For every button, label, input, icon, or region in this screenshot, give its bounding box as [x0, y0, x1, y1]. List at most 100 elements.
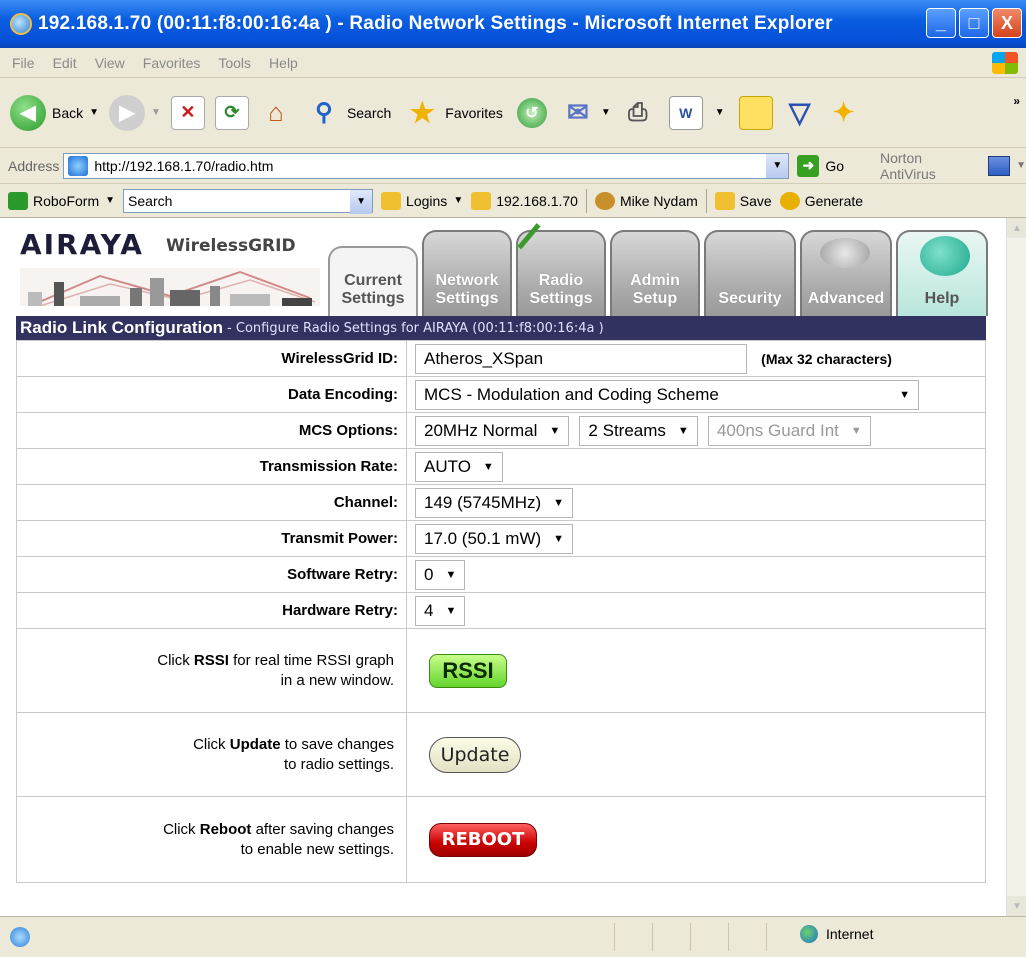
roboform-search-dropdown-icon[interactable]: ▼ [350, 189, 373, 214]
stop-button[interactable]: ✕ [170, 95, 205, 130]
refresh-icon: ⟳ [214, 95, 249, 130]
windows-logo-icon [992, 52, 1018, 74]
back-dropdown-icon[interactable]: ▼ [89, 107, 99, 118]
tab-network-settings[interactable]: Network Settings [422, 230, 512, 316]
favorites-button[interactable]: ★ Favorites [405, 96, 503, 130]
rssi-cell: RSSI [406, 628, 986, 713]
search-button[interactable]: ⚲ Search [307, 96, 391, 130]
wirelessgrid-id-label: WirelessGrid ID: [16, 340, 407, 377]
maximize-button[interactable]: □ [959, 8, 989, 38]
mail-dropdown-icon[interactable]: ▼ [601, 107, 611, 118]
tab-admin-setup[interactable]: Admin Setup [610, 230, 700, 316]
norton-label: Norton AntiVirus [880, 149, 936, 182]
roboform-search-input[interactable]: Search ▼ [123, 188, 374, 214]
go-label: Go [825, 157, 844, 174]
mcs-guard-value: 400ns Guard Int [716, 420, 839, 440]
rssi-desc-pre: Click [157, 651, 194, 669]
generate-button[interactable]: Generate [779, 191, 863, 210]
address-input[interactable]: http://192.168.1.70/radio.htm ▼ [63, 152, 790, 179]
status-bar: Internet [0, 916, 1026, 957]
transmit-power-cell: 17.0 (50.1 mW) ▼ [406, 520, 986, 557]
forward-button[interactable]: ▶ ▼ [109, 94, 161, 131]
close-button[interactable]: X [992, 8, 1022, 38]
menu-file[interactable]: File [12, 55, 35, 71]
roboform-save-button[interactable]: Save [714, 191, 772, 210]
ip-passcard-button[interactable]: 192.168.1.70 [471, 191, 578, 210]
nav-tabs: Current Settings Network Settings Radio … [328, 222, 988, 316]
home-button[interactable]: ⌂ [259, 96, 293, 130]
tab-current-settings[interactable]: Current Settings [328, 246, 418, 316]
update-desc-pre: Click [193, 735, 230, 753]
tab-advanced[interactable]: Advanced [800, 230, 892, 316]
menu-favorites[interactable]: Favorites [143, 55, 201, 71]
menu-view[interactable]: View [95, 55, 125, 71]
page-viewport: AIRAYA WirelessGRID Current Settings Net… [0, 218, 1026, 916]
table-row: Click Update to save changes to radio se… [16, 712, 986, 797]
separator [705, 188, 707, 213]
refresh-button[interactable]: ⟳ [214, 95, 249, 130]
mail-icon: ✉ [566, 97, 589, 127]
reboot-button[interactable]: REBOOT [429, 822, 537, 857]
software-retry-select[interactable]: 0 ▼ [415, 559, 466, 590]
status-panels [614, 923, 804, 951]
history-button[interactable]: ↺ [516, 97, 547, 128]
transmit-power-select[interactable]: 17.0 (50.1 mW) ▼ [415, 523, 574, 554]
edit-button[interactable]: W ▼ [668, 95, 725, 130]
norton-antivirus-button[interactable]: Norton AntiVirus ▼ [880, 150, 1026, 182]
menu-edit[interactable]: Edit [53, 55, 77, 71]
rssi-button[interactable]: RSSI [429, 653, 507, 688]
back-button[interactable]: ◀ Back ▼ [10, 94, 99, 131]
config-title: Radio Link Configuration [20, 318, 224, 337]
wirelessgrid-id-input[interactable]: Atheros_XSpan [415, 343, 747, 374]
data-encoding-select[interactable]: MCS - Modulation and Coding Scheme ▼ [415, 379, 919, 410]
tab-help[interactable]: Help [896, 230, 988, 316]
filter-button[interactable]: ▽ [783, 96, 817, 130]
update-button[interactable]: Update [429, 736, 521, 773]
norton-dropdown-icon[interactable]: ▼ [1016, 160, 1026, 171]
logins-label: Logins [406, 192, 448, 209]
search-label: Search [346, 104, 392, 121]
window-titlebar: 192.168.1.70 (00:11:f8:00:16:4a ) - Radi… [0, 0, 1026, 48]
mcs-options-cell: 20MHz Normal ▼ 2 Streams ▼ 400ns Guard I… [406, 412, 986, 449]
reboot-desc-bold: Reboot [199, 820, 252, 838]
status-panel [652, 923, 690, 951]
channel-select[interactable]: 149 (5745MHz) ▼ [415, 487, 574, 518]
table-row: Channel: 149 (5745MHz) ▼ [16, 484, 986, 521]
funnel-icon: ▽ [788, 97, 811, 128]
print-button[interactable]: ⎙ [621, 96, 655, 130]
tab-line2: Help [924, 290, 960, 307]
reboot-desc-line2: to enable new settings. [240, 840, 394, 858]
tab-line2: Settings [529, 290, 593, 307]
messenger-button[interactable]: ✦ [827, 96, 861, 130]
mcs-streams-select[interactable]: 2 Streams ▼ [579, 415, 698, 446]
transmission-rate-select[interactable]: AUTO ▼ [415, 451, 503, 482]
menu-help[interactable]: Help [269, 55, 298, 71]
vertical-scrollbar[interactable]: ▲ ▼ [1006, 218, 1026, 916]
tab-line2: Setup [632, 290, 678, 307]
window-title: 192.168.1.70 (00:11:f8:00:16:4a ) - Radi… [38, 13, 833, 34]
logins-dropdown-icon: ▼ [453, 195, 464, 206]
hardware-retry-select[interactable]: 4 ▼ [415, 595, 466, 626]
mcs-bandwidth-select[interactable]: 20MHz Normal ▼ [415, 415, 570, 446]
identity-button[interactable]: Mike Nydam [594, 191, 698, 210]
tab-line2: Security [718, 290, 782, 307]
logins-button[interactable]: Logins ▼ [381, 191, 464, 210]
edit-dropdown-icon[interactable]: ▼ [715, 107, 725, 118]
address-dropdown-icon[interactable]: ▼ [766, 153, 789, 178]
transmission-rate-label: Transmission Rate: [16, 448, 407, 485]
minimize-button[interactable]: _ [926, 8, 956, 38]
note-button[interactable] [738, 95, 773, 130]
scroll-down-icon[interactable]: ▼ [1007, 896, 1026, 916]
table-row: WirelessGrid ID: Atheros_XSpan (Max 32 c… [16, 340, 986, 377]
toolbar-overflow-icon[interactable]: » [1013, 94, 1020, 108]
go-button[interactable]: ➜ Go [797, 154, 844, 177]
scroll-up-icon[interactable]: ▲ [1007, 218, 1026, 238]
forward-dropdown-icon[interactable]: ▼ [151, 107, 161, 118]
tab-security[interactable]: Security [704, 230, 796, 316]
menu-tools[interactable]: Tools [218, 55, 251, 71]
stop-icon: ✕ [170, 95, 205, 130]
tab-radio-settings[interactable]: Radio Settings [516, 223, 606, 316]
mcs-bandwidth-value: 20MHz Normal [424, 420, 538, 440]
mail-button[interactable]: ✉ ▼ [561, 96, 611, 130]
roboform-menu-button[interactable]: RoboForm ▼ [8, 191, 115, 210]
